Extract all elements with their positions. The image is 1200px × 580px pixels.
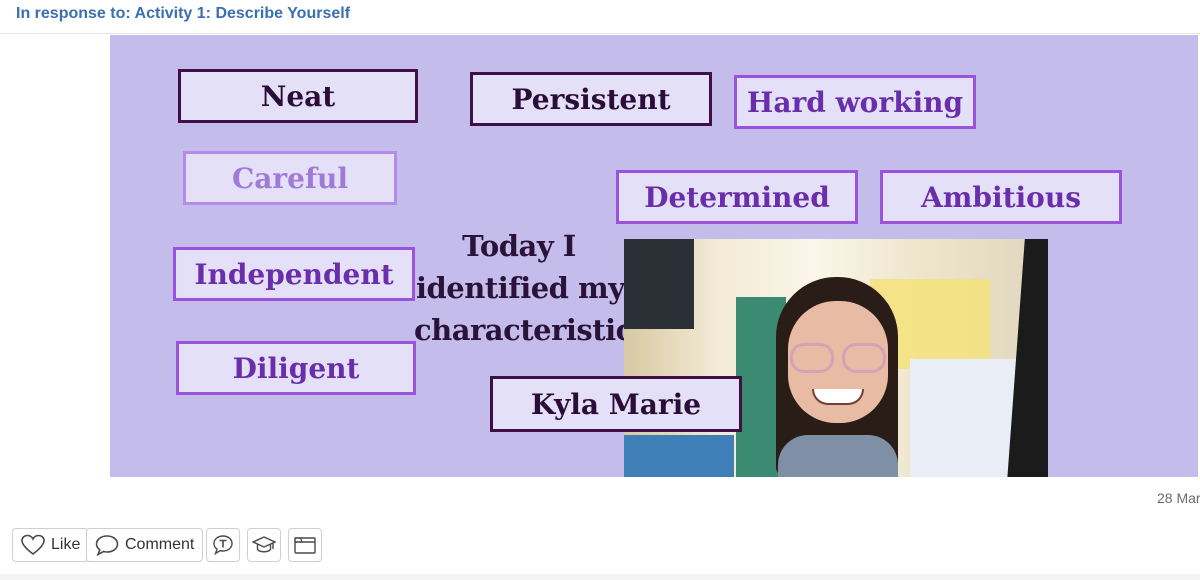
word-hard-working: Hard working — [734, 75, 976, 129]
comment-button[interactable]: Comment — [86, 528, 204, 562]
heart-icon — [21, 534, 45, 556]
statement-line-3: characteristics — [414, 313, 649, 347]
student-name-label: Kyla Marie — [490, 376, 742, 432]
statement-line-1: Today I — [462, 229, 576, 263]
response-header: In response to: Activity 1: Describe You… — [0, 0, 1200, 34]
translate-icon — [212, 534, 234, 556]
activity-slide[interactable]: Neat Persistent Hard working Careful Det… — [110, 35, 1198, 477]
word-diligent: Diligent — [176, 341, 416, 395]
translate-button[interactable] — [206, 528, 240, 562]
word-ambitious: Ambitious — [880, 170, 1122, 224]
word-persistent: Persistent — [470, 72, 712, 126]
like-button[interactable]: Like — [12, 528, 90, 562]
comment-label: Comment — [125, 536, 195, 553]
graduation-button[interactable] — [247, 528, 281, 562]
word-careful: Careful — [183, 151, 397, 205]
like-label: Like — [51, 536, 81, 553]
speech-bubble-icon — [95, 534, 119, 556]
word-determined: Determined — [616, 170, 858, 224]
folder-button[interactable] — [288, 528, 322, 562]
word-independent: Independent — [173, 247, 415, 301]
statement-line-2: identified my — [416, 271, 625, 305]
activity-response-card: In response to: Activity 1: Describe You… — [0, 0, 1200, 574]
folder-icon — [293, 534, 317, 556]
webcam-photo — [624, 239, 1048, 477]
post-date: 28 Mar — [1157, 490, 1200, 506]
graduation-cap-icon — [252, 534, 276, 556]
action-bar: Like Comment — [0, 525, 1200, 565]
word-neat: Neat — [178, 69, 418, 123]
activity-link[interactable]: In response to: Activity 1: Describe You… — [16, 5, 350, 23]
